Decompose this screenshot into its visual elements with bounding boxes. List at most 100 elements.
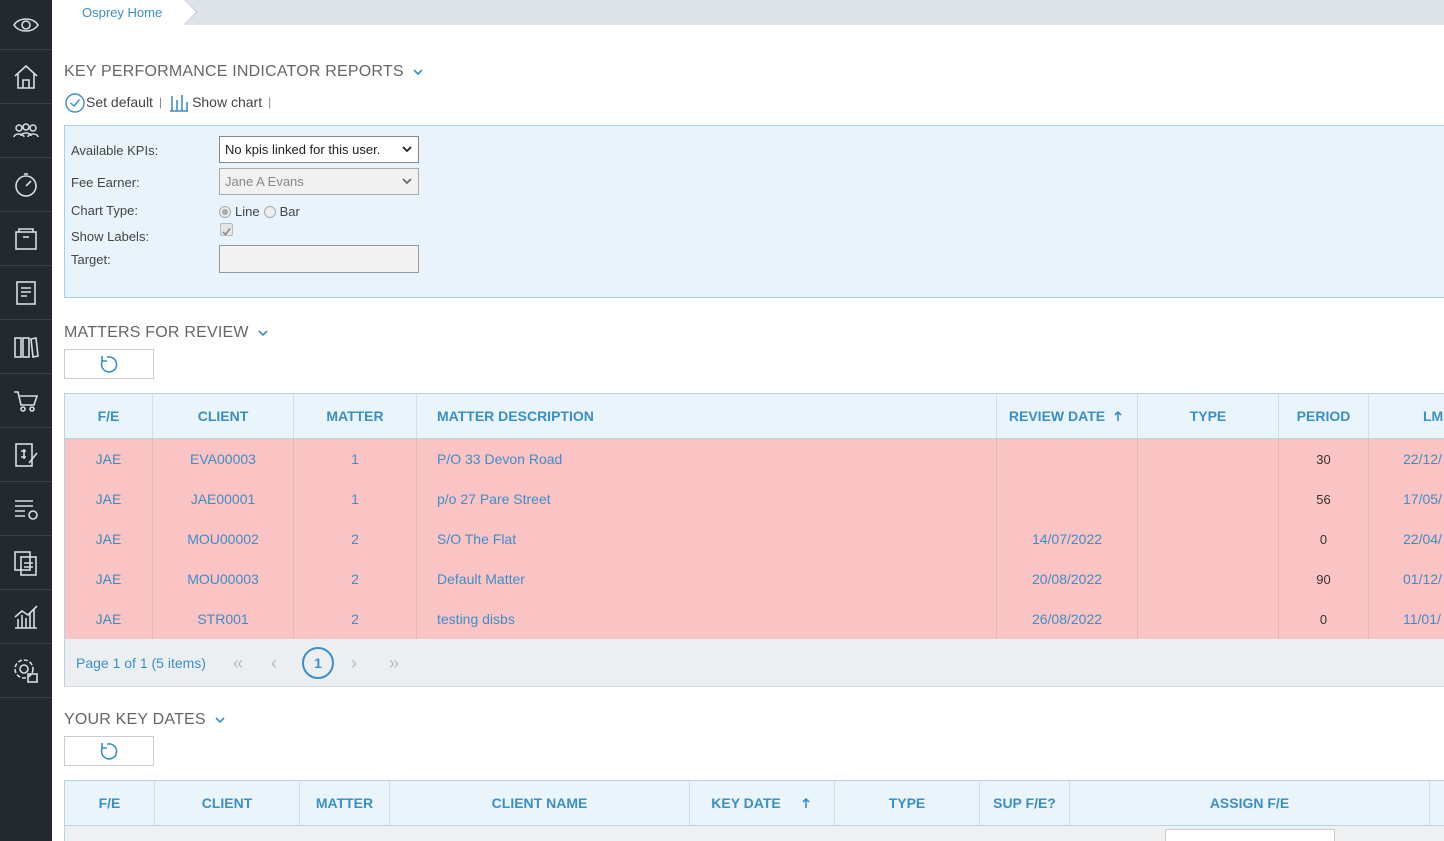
- set-default-button[interactable]: Set default: [64, 91, 153, 113]
- pager-next-button[interactable]: ›: [351, 653, 357, 674]
- kd-col-key-date-label: KEY DATE: [711, 795, 781, 811]
- review-grid-header: F/E CLIENT MATTER MATTER DESCRIPTION REV…: [65, 393, 1444, 439]
- kpi-toolbar: Set default | Show chart |: [64, 90, 277, 114]
- fee-earner-select[interactable]: Jane A Evans: [219, 168, 419, 195]
- review-grid: F/E CLIENT MATTER MATTER DESCRIPTION REV…: [64, 393, 1444, 687]
- sidebar-item-settings-list[interactable]: [0, 482, 52, 536]
- show-labels-label: Show Labels:: [71, 229, 150, 244]
- show-chart-button[interactable]: Show chart: [168, 92, 262, 112]
- cell-matter: 2: [294, 599, 417, 639]
- kd-col-key-date[interactable]: KEY DATE: [690, 781, 835, 825]
- sidebar-item-home[interactable]: [0, 50, 52, 104]
- cell-type: [1138, 439, 1279, 479]
- chart-type-line-radio[interactable]: [219, 205, 231, 218]
- sidebar-item-documents[interactable]: [0, 536, 52, 590]
- table-row[interactable]: JAE EVA00003 1 P/O 33 Devon Road 30 22/12/: [65, 439, 1444, 479]
- cell-type: [1138, 479, 1279, 519]
- sidebar-item-time[interactable]: [0, 158, 52, 212]
- sidebar-item-billing[interactable]: [0, 428, 52, 482]
- assign-fe-select[interactable]: [1165, 829, 1335, 841]
- cell-desc: P/O 33 Devon Road: [417, 439, 997, 479]
- sidebar-item-clients[interactable]: [0, 104, 52, 158]
- sidebar-item-admin[interactable]: [0, 644, 52, 698]
- kd-col-fe[interactable]: F/E: [65, 781, 155, 825]
- eye-icon: [13, 17, 39, 32]
- col-client[interactable]: CLIENT: [153, 394, 294, 438]
- bar-chart-icon: [170, 95, 189, 112]
- refresh-icon: [100, 743, 118, 760]
- kd-col-assign-fe[interactable]: ASSIGN F/E: [1070, 781, 1430, 825]
- pager-prev-button[interactable]: ‹: [271, 653, 277, 674]
- kd-col-client-name[interactable]: CLIENT NAME: [390, 781, 690, 825]
- col-matter-description[interactable]: MATTER DESCRIPTION: [417, 394, 997, 438]
- review-section-title[interactable]: MATTERS FOR REVIEW: [64, 324, 269, 342]
- sidebar-item-library[interactable]: [0, 320, 52, 374]
- show-labels-checkbox[interactable]: [220, 223, 233, 236]
- table-row[interactable]: JAE MOU00002 2 S/O The Flat 14/07/2022 0 22/04…: [65, 519, 1444, 559]
- cell-client: JAE00001: [153, 479, 294, 519]
- reports-chart-icon: [14, 604, 38, 629]
- chevron-down-icon: [402, 178, 412, 185]
- cell-fe: JAE: [65, 519, 153, 559]
- sidebar-item-purchases[interactable]: [0, 374, 52, 428]
- col-period[interactable]: PERIOD: [1279, 394, 1369, 438]
- sidebar-item-archive[interactable]: [0, 212, 52, 266]
- col-matter[interactable]: MATTER: [294, 394, 417, 438]
- cell-matter: 2: [294, 559, 417, 599]
- table-row[interactable]: JAE STR001 2 testing disbs 26/08/2022 0 11/01/: [65, 599, 1444, 639]
- keydates-refresh-button[interactable]: [64, 736, 154, 766]
- kd-col-type[interactable]: TYPE: [835, 781, 980, 825]
- cell-review: [997, 479, 1138, 519]
- chevron-down-icon: [413, 69, 423, 76]
- keydates-section-title[interactable]: YOUR KEY DATES: [64, 711, 226, 729]
- set-default-label: Set default: [86, 94, 153, 110]
- col-type[interactable]: TYPE: [1138, 394, 1279, 438]
- kd-col-client[interactable]: CLIENT: [155, 781, 300, 825]
- review-title-text: MATTERS FOR REVIEW: [64, 324, 249, 341]
- target-input[interactable]: [219, 245, 419, 273]
- table-row[interactable]: JAE MOU00003 2 Default Matter 20/08/2022 90 01…: [65, 559, 1444, 599]
- documents-icon: [14, 550, 37, 576]
- ledger-icon: [16, 280, 36, 305]
- cell-review: 20/08/2022: [997, 559, 1138, 599]
- kpi-section-title[interactable]: KEY PERFORMANCE INDICATOR REPORTS: [64, 63, 424, 81]
- review-pager: Page 1 of 1 (5 items) « ‹ 1 › »: [65, 639, 1444, 687]
- review-refresh-button[interactable]: [64, 349, 154, 379]
- sidebar-item-view[interactable]: [0, 0, 52, 50]
- sidebar-item-ledger[interactable]: [0, 266, 52, 320]
- chevron-down-icon: [215, 717, 225, 724]
- check-circle-icon: [65, 93, 85, 113]
- refresh-icon: [100, 356, 118, 373]
- col-lm[interactable]: LM: [1369, 394, 1444, 438]
- available-kpis-value: No kpis linked for this user.: [225, 142, 381, 157]
- cell-client: STR001: [153, 599, 294, 639]
- pager-current-page[interactable]: 1: [302, 647, 334, 679]
- sidebar-item-reports[interactable]: [0, 590, 52, 644]
- pager-info: Page 1 of 1 (5 items): [76, 654, 206, 671]
- pager-last-button[interactable]: »: [389, 653, 399, 674]
- cell-desc: p/o 27 Pare Street: [417, 479, 997, 519]
- available-kpis-select[interactable]: No kpis linked for this user.: [219, 136, 419, 163]
- cell-matter: 2: [294, 519, 417, 559]
- col-fe[interactable]: F/E: [65, 394, 153, 438]
- kpi-title-text: KEY PERFORMANCE INDICATOR REPORTS: [64, 63, 404, 80]
- col-review-date[interactable]: REVIEW DATE: [997, 394, 1138, 438]
- table-row[interactable]: JAE JAE00001 1 p/o 27 Pare Street 56 17/05/: [65, 479, 1444, 519]
- chevron-down-icon: [402, 146, 412, 153]
- cell-review: 14/07/2022: [997, 519, 1138, 559]
- cell-period: 90: [1279, 559, 1369, 599]
- chart-type-bar-radio[interactable]: [263, 205, 276, 218]
- archive-icon: [15, 227, 37, 250]
- pager-first-button[interactable]: «: [233, 653, 243, 674]
- target-label: Target:: [71, 252, 111, 267]
- keydates-grid-body: [65, 826, 1444, 841]
- cell-period: 0: [1279, 519, 1369, 559]
- breadcrumb-home[interactable]: Osprey Home: [52, 0, 198, 25]
- col-review-date-label: REVIEW DATE: [1008, 408, 1106, 424]
- cell-lm: 22/12/: [1403, 451, 1442, 467]
- kd-col-matter[interactable]: MATTER: [300, 781, 390, 825]
- review-grid-body: JAE EVA00003 1 P/O 33 Devon Road 30 22/12/JAE…: [65, 439, 1444, 639]
- cell-client: EVA00003: [153, 439, 294, 479]
- kd-col-sup-fe[interactable]: SUP F/E?: [980, 781, 1070, 825]
- cell-period: 0: [1279, 599, 1369, 639]
